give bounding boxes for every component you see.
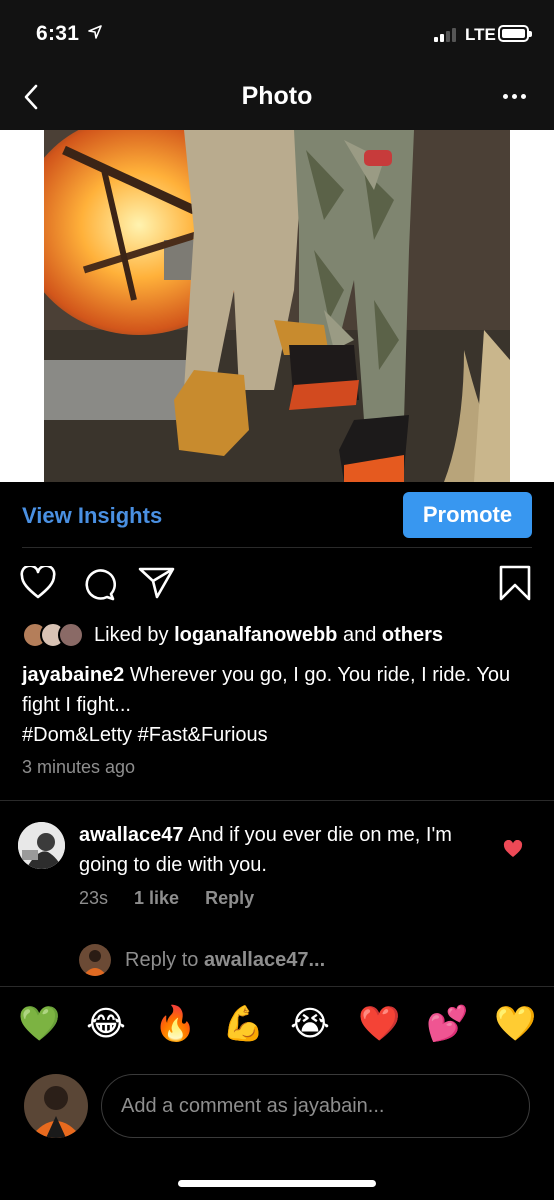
divider — [0, 800, 554, 801]
post-timestamp: 3 minutes ago — [22, 757, 136, 777]
post-caption: jayabaine2 Wherever you go, I go. You ri… — [22, 660, 522, 750]
status-bar: 6:31 LTE — [0, 0, 554, 64]
comment-likes-count[interactable]: 1 like — [134, 888, 179, 909]
reply-prompt-text: Reply to awallace47... — [125, 949, 325, 972]
comment-reply-button[interactable]: Reply — [205, 888, 254, 909]
promote-button[interactable]: Promote — [403, 492, 532, 538]
home-indicator[interactable] — [178, 1180, 376, 1187]
share-icon[interactable] — [138, 566, 176, 605]
avatar — [24, 1074, 88, 1138]
likes-text: Liked by loganalfanowebb and others — [94, 624, 443, 647]
likes-others[interactable]: others — [382, 624, 443, 646]
liker-avatars — [22, 622, 90, 648]
status-time: 6:31 — [36, 22, 80, 45]
network-label: LTE — [465, 25, 496, 44]
page-title: Photo — [241, 82, 313, 110]
view-insights-link[interactable]: View Insights — [22, 490, 162, 542]
avatar[interactable] — [18, 822, 65, 869]
emoji-joy[interactable]: 😂 — [86, 1002, 126, 1046]
avatar — [79, 944, 111, 976]
likes-joiner: and — [342, 623, 377, 646]
more-dots-icon[interactable] — [503, 94, 526, 99]
likes-summary[interactable]: Liked by loganalfanowebb and others — [22, 622, 443, 648]
comment-username[interactable]: awallace47 — [79, 824, 184, 846]
reply-prompt[interactable]: Reply to awallace47... — [79, 944, 325, 976]
signal-icon — [434, 28, 456, 42]
emoji-muscle[interactable]: 💪 — [222, 1002, 264, 1046]
comment-meta: 23s 1 like Reply — [79, 888, 254, 909]
reply-prefix: Reply to — [125, 948, 199, 971]
comment-body: awallace47 And if you ever die on me, I'… — [79, 820, 469, 880]
comment-heart-icon[interactable] — [503, 839, 523, 863]
likes-prefix: Liked by — [94, 623, 169, 646]
caption-hashtags[interactable]: #Dom&Letty #Fast&Furious — [22, 724, 268, 746]
liker-username[interactable]: loganalfanowebb — [174, 624, 337, 646]
reply-username: awallace47... — [203, 948, 326, 971]
post-photo-frame — [0, 130, 554, 482]
avatar — [58, 622, 84, 648]
emoji-yellow-heart[interactable]: 💛 — [494, 1002, 536, 1046]
emoji-two-hearts[interactable]: 💕 — [426, 1002, 468, 1046]
emoji-crying[interactable]: 😭 — [290, 1002, 330, 1046]
divider — [0, 986, 554, 987]
divider — [22, 547, 532, 548]
comment-icon[interactable] — [80, 566, 116, 607]
comment-age: 23s — [79, 888, 109, 908]
bookmark-icon[interactable] — [498, 564, 532, 607]
post-photo[interactable] — [44, 130, 510, 482]
location-arrow-icon — [88, 25, 102, 44]
emoji-green-heart[interactable]: 💚 — [18, 1002, 60, 1046]
top-nav: Photo — [0, 64, 554, 130]
heart-icon[interactable] — [20, 564, 56, 605]
caption-username[interactable]: jayabaine2 — [22, 664, 124, 686]
emoji-red-heart[interactable]: ❤️ — [358, 1002, 400, 1046]
comment-input[interactable]: Add a comment as jayabain... — [101, 1074, 530, 1138]
emoji-quick-bar: 💚 😂 🔥 💪 😭 ❤️ 💕 💛 — [0, 1002, 554, 1052]
battery-icon — [498, 25, 532, 42]
emoji-fire[interactable]: 🔥 — [154, 1002, 196, 1046]
